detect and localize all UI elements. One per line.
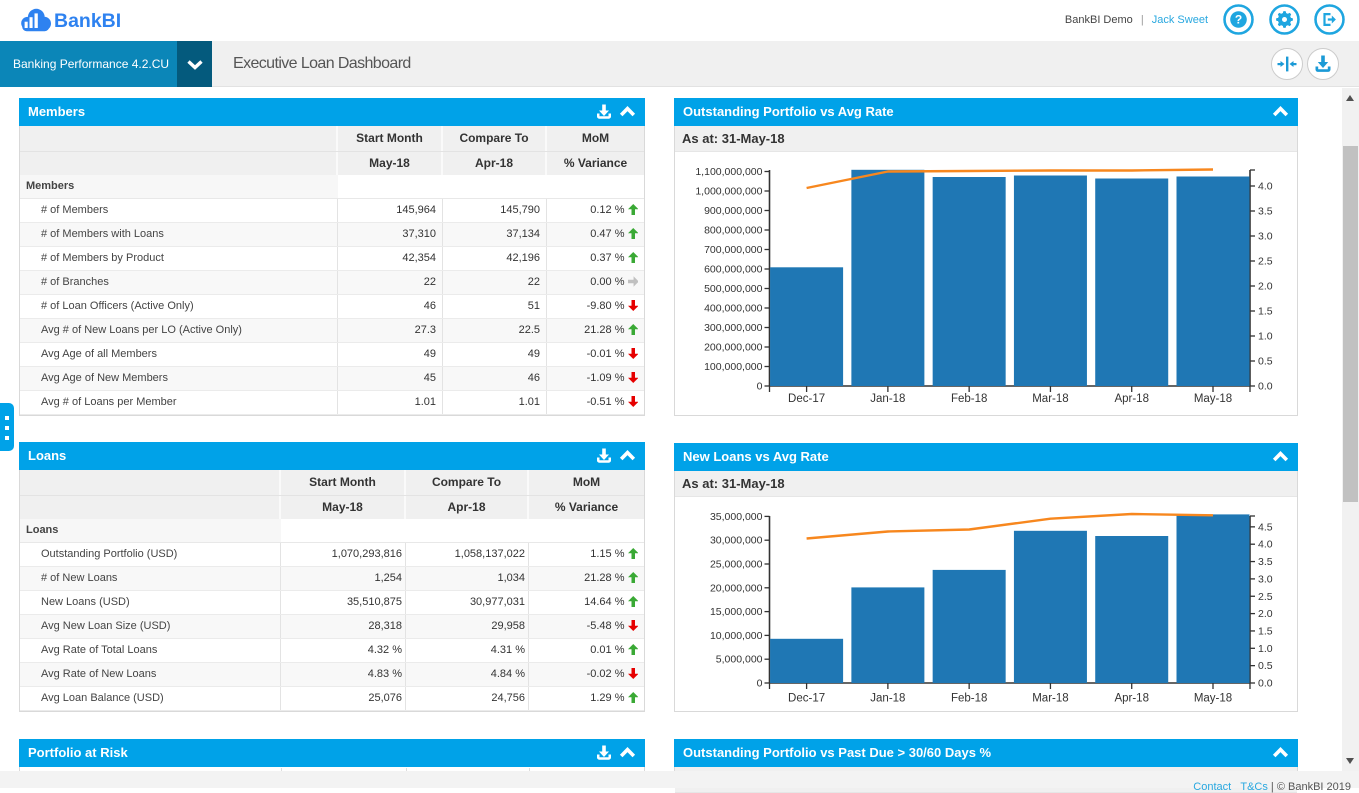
svg-text:Feb-18: Feb-18 xyxy=(951,393,987,405)
svg-text:0.0: 0.0 xyxy=(1258,381,1273,393)
svg-text:900,000,000: 900,000,000 xyxy=(704,205,763,217)
svg-text:2.5: 2.5 xyxy=(1258,591,1273,603)
svg-text:20,000,000: 20,000,000 xyxy=(710,582,763,594)
svg-text:100,000,000: 100,000,000 xyxy=(704,361,763,373)
svg-text:3.0: 3.0 xyxy=(1258,573,1273,585)
svg-text:1.0: 1.0 xyxy=(1258,331,1273,343)
svg-text:May-18: May-18 xyxy=(1194,693,1232,705)
svg-text:Jan-18: Jan-18 xyxy=(870,693,905,705)
svg-text:3.5: 3.5 xyxy=(1258,556,1273,568)
svg-text:30,000,000: 30,000,000 xyxy=(710,535,763,547)
svg-text:1,100,000,000: 1,100,000,000 xyxy=(695,166,762,178)
svg-text:2.5: 2.5 xyxy=(1258,256,1273,268)
svg-text:Feb-18: Feb-18 xyxy=(951,693,987,705)
svg-text:BankBI: BankBI xyxy=(54,10,121,32)
svg-text:15,000,000: 15,000,000 xyxy=(710,606,763,618)
svg-text:?: ? xyxy=(1235,13,1242,27)
svg-text:2.0: 2.0 xyxy=(1258,281,1273,293)
svg-text:500,000,000: 500,000,000 xyxy=(704,283,763,295)
svg-text:400,000,000: 400,000,000 xyxy=(704,303,763,315)
svg-text:35,000,000: 35,000,000 xyxy=(710,511,763,523)
svg-text:Apr-18: Apr-18 xyxy=(1114,393,1149,405)
svg-text:3.5: 3.5 xyxy=(1258,206,1273,218)
svg-text:600,000,000: 600,000,000 xyxy=(704,264,763,276)
svg-text:800,000,000: 800,000,000 xyxy=(704,225,763,237)
svg-text:3.0: 3.0 xyxy=(1258,231,1273,243)
svg-text:May-18: May-18 xyxy=(1194,393,1232,405)
svg-text:2.0: 2.0 xyxy=(1258,608,1273,620)
svg-text:4.0: 4.0 xyxy=(1258,181,1273,193)
svg-text:Jan-18: Jan-18 xyxy=(870,393,905,405)
svg-text:5,000,000: 5,000,000 xyxy=(716,654,763,666)
svg-text:Mar-18: Mar-18 xyxy=(1032,693,1068,705)
svg-text:0.5: 0.5 xyxy=(1258,356,1273,368)
svg-text:4.0: 4.0 xyxy=(1258,539,1273,551)
svg-text:10,000,000: 10,000,000 xyxy=(710,630,763,642)
svg-text:0: 0 xyxy=(757,381,763,393)
svg-text:Apr-18: Apr-18 xyxy=(1114,693,1149,705)
svg-text:1.0: 1.0 xyxy=(1258,643,1273,655)
svg-text:25,000,000: 25,000,000 xyxy=(710,559,763,571)
svg-text:0: 0 xyxy=(757,678,763,690)
svg-text:300,000,000: 300,000,000 xyxy=(704,322,763,334)
svg-text:200,000,000: 200,000,000 xyxy=(704,342,763,354)
svg-text:1.5: 1.5 xyxy=(1258,306,1273,318)
svg-text:1.5: 1.5 xyxy=(1258,625,1273,637)
svg-text:0.5: 0.5 xyxy=(1258,660,1273,672)
svg-text:Mar-18: Mar-18 xyxy=(1032,393,1068,405)
svg-text:Dec-17: Dec-17 xyxy=(788,393,825,405)
svg-text:Dec-17: Dec-17 xyxy=(788,693,825,705)
svg-text:4.5: 4.5 xyxy=(1258,521,1273,533)
svg-text:700,000,000: 700,000,000 xyxy=(704,244,763,256)
svg-text:1,000,000,000: 1,000,000,000 xyxy=(695,186,762,198)
svg-text:0.0: 0.0 xyxy=(1258,678,1273,690)
